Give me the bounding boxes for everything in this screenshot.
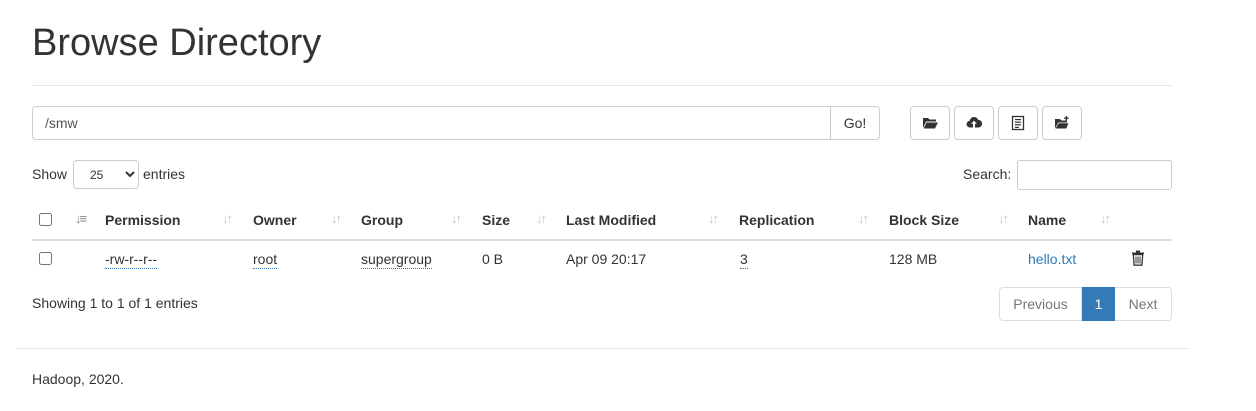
footer-divider [16,348,1188,349]
go-button[interactable]: Go! [830,106,880,140]
page-title: Browse Directory [32,22,322,64]
sort-asc-icon[interactable]: ↓≡ [75,211,87,226]
column-header-owner[interactable]: Owner [253,212,297,228]
sort-icon[interactable]: ↓↑ [858,211,869,226]
sort-icon[interactable]: ↓↑ [708,211,719,226]
table-header-divider [32,239,1172,241]
table-info: Showing 1 to 1 of 1 entries [32,295,198,311]
cell-permission[interactable]: -rw-r--r-- [105,251,158,269]
column-header-permission[interactable]: Permission [105,212,180,228]
cloud-upload-icon [966,117,982,129]
sort-icon[interactable]: ↓↑ [451,211,462,226]
column-header-size[interactable]: Size [482,212,510,228]
select-all-checkbox[interactable] [39,213,52,226]
sort-icon[interactable]: ↓↑ [998,211,1009,226]
entries-label: entries [143,166,186,182]
pagination: Previous 1 Next [999,287,1172,321]
upload-file-button[interactable] [954,106,994,140]
cell-last-modified: Apr 09 20:17 [566,251,647,267]
cell-group[interactable]: supergroup [361,251,432,269]
create-directory-button[interactable] [1042,106,1082,140]
cell-block-size: 128 MB [889,251,938,267]
browse-folder-button[interactable] [910,106,950,140]
sort-icon[interactable]: ↓↑ [331,211,342,226]
file-name-link[interactable]: hello.txt [1028,251,1076,267]
footer-text: Hadoop, 2020. [32,371,124,387]
entries-per-page-select[interactable]: 25 [73,160,139,189]
row-checkbox[interactable] [39,252,52,265]
current-page-button[interactable]: 1 [1082,287,1115,321]
trash-icon [1132,250,1144,266]
directory-path-input[interactable] [32,106,830,140]
search-label: Search: [963,166,1012,182]
column-header-replication[interactable]: Replication [739,212,814,228]
view-list-button[interactable] [998,106,1038,140]
sort-icon[interactable]: ↓↑ [1100,211,1111,226]
previous-page-button[interactable]: Previous [999,287,1082,321]
column-header-group[interactable]: Group [361,212,403,228]
column-header-block-size[interactable]: Block Size [889,212,959,228]
column-header-last-modified[interactable]: Last Modified [566,212,656,228]
cell-size: 0 B [482,251,504,267]
list-alt-icon [1011,115,1025,131]
sort-icon[interactable]: ↓↑ [222,211,233,226]
delete-file-button[interactable] [1131,250,1145,271]
header-divider [32,85,1172,86]
column-header-name[interactable]: Name [1028,212,1066,228]
cell-owner[interactable]: root [253,251,278,269]
create-directory-icon [1055,116,1069,129]
show-label: Show [32,166,68,182]
cell-replication[interactable]: 3 [740,251,748,269]
sort-icon[interactable]: ↓↑ [536,211,547,226]
search-input[interactable] [1017,160,1172,190]
folder-open-icon [923,118,938,129]
path-bar: Go! [32,106,880,140]
next-page-button[interactable]: Next [1115,287,1172,321]
